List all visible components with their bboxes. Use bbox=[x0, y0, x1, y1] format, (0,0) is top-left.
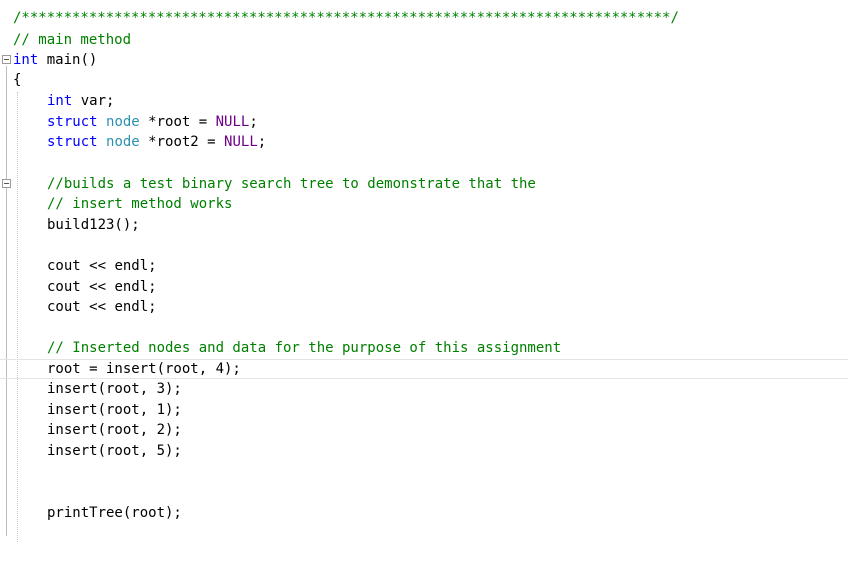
code-line[interactable]: //builds a test binary search tree to de… bbox=[0, 174, 848, 194]
code-line[interactable]: { bbox=[0, 70, 848, 90]
comment-text: // insert method works bbox=[47, 196, 233, 212]
code-line[interactable]: cout << endl; bbox=[0, 277, 848, 297]
comment-text: /***************************************… bbox=[13, 10, 679, 26]
code-line[interactable]: insert(root, 2); bbox=[0, 420, 848, 440]
plain-token: ; bbox=[249, 114, 258, 130]
plain-token: main() bbox=[38, 52, 98, 68]
code-line[interactable]: int main() bbox=[0, 50, 848, 70]
operator-token: << bbox=[89, 299, 107, 315]
macro-token: NULL bbox=[215, 114, 250, 130]
plain-token: var; bbox=[72, 93, 115, 109]
code-line[interactable]: printTree(root); bbox=[0, 503, 848, 523]
plain-token: cout bbox=[47, 279, 90, 295]
operator-token: << bbox=[89, 258, 107, 274]
code-text: insert(root, 2); bbox=[47, 422, 182, 438]
code-text: insert(root, 1); bbox=[47, 402, 182, 418]
code-text: struct node *root = NULL; bbox=[47, 112, 258, 132]
plain-token: ; bbox=[257, 134, 267, 150]
code-line[interactable]: insert(root, 5); bbox=[0, 441, 848, 461]
plain-token: cout bbox=[47, 299, 90, 315]
code-line[interactable]: insert(root, 1); bbox=[0, 400, 848, 420]
keyword-token: struct bbox=[47, 134, 98, 150]
code-line[interactable]: // insert method works bbox=[0, 194, 848, 214]
code-text: cout << endl; bbox=[47, 277, 157, 297]
code-line[interactable]: cout << endl; bbox=[0, 297, 848, 317]
plain-token: *root = bbox=[139, 114, 216, 130]
plain-token: endl; bbox=[106, 279, 157, 295]
comment-text: // main method bbox=[13, 32, 132, 48]
code-text: insert(root, 5); bbox=[47, 443, 182, 459]
keyword-token: int bbox=[47, 93, 73, 109]
code-text: int main() bbox=[13, 50, 97, 70]
plain-token: cout bbox=[47, 258, 90, 274]
comment-text: //builds a test binary search tree to de… bbox=[47, 176, 536, 192]
code-line[interactable]: // main method bbox=[0, 30, 848, 50]
code-line[interactable]: /***************************************… bbox=[0, 8, 848, 28]
code-text: build123(); bbox=[47, 217, 140, 233]
code-text: struct node *root2 = NULL; bbox=[47, 132, 266, 152]
code-text: cout << endl; bbox=[47, 256, 157, 276]
code-editor[interactable]: /***************************************… bbox=[0, 0, 848, 545]
keyword-token: struct bbox=[47, 114, 98, 130]
code-text: { bbox=[13, 72, 22, 88]
type-token: node bbox=[106, 114, 140, 130]
operator-token: << bbox=[89, 279, 107, 295]
current-code-line[interactable]: root = insert(root, 4); bbox=[0, 359, 848, 379]
code-line[interactable]: int var; bbox=[0, 91, 848, 111]
code-line[interactable]: struct node *root = NULL; bbox=[0, 112, 848, 132]
plain-token: endl; bbox=[106, 299, 157, 315]
plain-token: *root2 = bbox=[139, 134, 225, 150]
code-text: root = insert(root, 4); bbox=[47, 361, 241, 377]
code-text: printTree(root); bbox=[47, 505, 182, 521]
macro-token: NULL bbox=[224, 134, 258, 150]
keyword-token: int bbox=[13, 52, 39, 68]
code-line[interactable]: insert(root, 3); bbox=[0, 379, 848, 399]
code-text: insert(root, 3); bbox=[47, 381, 182, 397]
code-line[interactable]: // Inserted nodes and data for the purpo… bbox=[0, 338, 848, 358]
code-text: int var; bbox=[47, 91, 114, 111]
code-line[interactable]: struct node *root2 = NULL; bbox=[0, 132, 848, 152]
code-line[interactable]: build123(); bbox=[0, 215, 848, 235]
comment-text: // Inserted nodes and data for the purpo… bbox=[47, 340, 562, 356]
type-token: node bbox=[106, 134, 140, 150]
code-text: cout << endl; bbox=[47, 297, 157, 317]
plain-token: endl; bbox=[106, 258, 157, 274]
code-line[interactable]: cout << endl; bbox=[0, 256, 848, 276]
